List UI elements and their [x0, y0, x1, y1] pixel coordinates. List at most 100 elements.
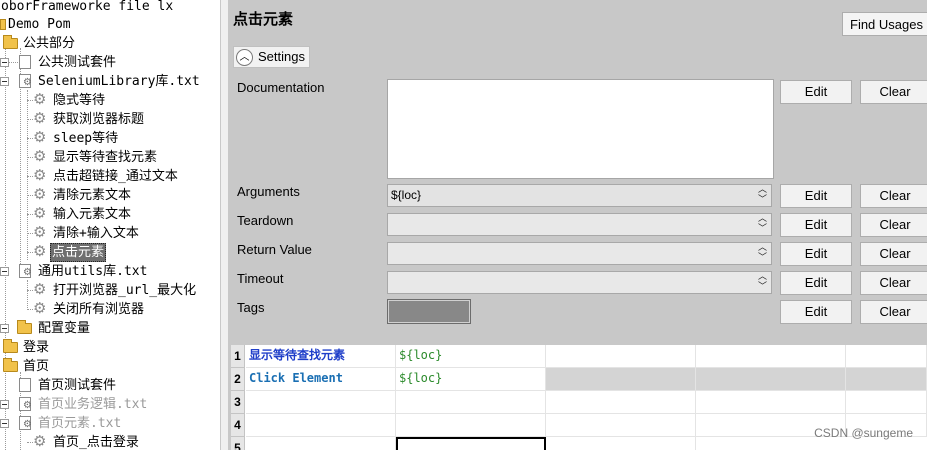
- grid-cell[interactable]: [846, 368, 927, 391]
- collapse-toggle-icon[interactable]: [0, 419, 9, 428]
- keyword-editor: 点击元素 Find Usages ︿ Settings Documentatio…: [228, 0, 927, 450]
- tree-item-label: 首页: [23, 359, 50, 374]
- documentation-textarea[interactable]: [387, 79, 774, 179]
- settings-toggle[interactable]: ︿ Settings: [233, 46, 310, 68]
- row-number[interactable]: 2: [231, 368, 245, 391]
- gear-icon: ⚙: [33, 128, 47, 146]
- settings-label: Settings: [258, 49, 305, 64]
- find-usages-button[interactable]: Find Usages: [842, 12, 927, 36]
- tree-item-label: 首页元素.txt: [38, 416, 122, 431]
- tree-guide-line: [27, 90, 28, 260]
- scroll-arrows-icon[interactable]: ︿ ﹀: [754, 271, 771, 294]
- project-tree[interactable]: oborFrameworke file lx Demo Pom 公共部分 公共测…: [0, 0, 221, 450]
- keyword-title: 点击元素: [233, 10, 294, 28]
- project-title: oborFrameworke file lx: [1, 0, 174, 14]
- tags-clear-button[interactable]: Clear: [860, 300, 927, 324]
- timeout-edit-button[interactable]: Edit: [780, 271, 852, 295]
- scroll-arrows-icon[interactable]: ︿ ﹀: [754, 242, 771, 265]
- expand-toggle-icon[interactable]: [0, 400, 9, 409]
- grid-cell-keyword[interactable]: Click Element: [246, 368, 396, 391]
- documentation-label: Documentation: [237, 80, 325, 95]
- grid-cell[interactable]: [246, 437, 396, 450]
- tree-item-label: 输入元素文本: [53, 207, 132, 222]
- resource-file-icon: [19, 74, 32, 88]
- gear-icon: ⚙: [33, 242, 47, 260]
- return-value-clear-button[interactable]: Clear: [860, 242, 927, 266]
- file-icon: [19, 55, 31, 69]
- tree-item-label: 打开浏览器_url_最大化: [53, 283, 197, 298]
- tree-guide-line: [5, 48, 6, 450]
- tree-root-label: Demo Pom: [8, 17, 71, 32]
- tags-field[interactable]: [387, 299, 471, 324]
- gear-icon: ⚙: [33, 432, 47, 450]
- grid-cell[interactable]: [546, 368, 696, 391]
- tags-edit-button[interactable]: Edit: [780, 300, 852, 324]
- tree-item-label: 首页测试套件: [38, 378, 117, 393]
- grid-cell[interactable]: [696, 345, 846, 368]
- tree-item-label: 公共测试套件: [38, 55, 117, 70]
- grid-cell[interactable]: [246, 391, 396, 414]
- gear-icon: ⚙: [33, 166, 47, 184]
- arguments-edit-button[interactable]: Edit: [780, 184, 852, 208]
- grid-cell[interactable]: [546, 437, 696, 450]
- collapse-toggle-icon[interactable]: [0, 267, 9, 276]
- grid-cell-arg[interactable]: ${loc}: [396, 345, 546, 368]
- resource-file-icon: [19, 264, 32, 278]
- teardown-edit-button[interactable]: Edit: [780, 213, 852, 237]
- tree-item-label: 关闭所有浏览器: [53, 302, 145, 317]
- folder-icon: [0, 19, 6, 30]
- grid-cell-selected[interactable]: [396, 437, 546, 450]
- file-icon: [19, 378, 31, 392]
- row-number[interactable]: 3: [231, 391, 245, 414]
- arguments-field[interactable]: ${loc}: [387, 184, 772, 207]
- grid-cell-keyword[interactable]: 显示等待查找元素: [246, 345, 396, 368]
- grid-cell[interactable]: [546, 345, 696, 368]
- resource-file-icon: [19, 397, 32, 411]
- grid-cell[interactable]: [846, 391, 927, 414]
- grid-cell[interactable]: [246, 414, 396, 437]
- timeout-field[interactable]: [387, 271, 772, 294]
- arguments-clear-button[interactable]: Clear: [860, 184, 927, 208]
- grid-cell[interactable]: [396, 414, 546, 437]
- scroll-arrows-icon[interactable]: ︿ ﹀: [754, 213, 771, 236]
- return-value-field[interactable]: [387, 242, 772, 265]
- tree-item-label: 公共部分: [23, 36, 76, 51]
- row-number[interactable]: 4: [231, 414, 245, 437]
- tags-label: Tags: [237, 300, 265, 315]
- expand-toggle-icon[interactable]: [0, 58, 9, 67]
- scroll-arrows-icon[interactable]: ︿ ﹀: [754, 184, 771, 207]
- arguments-label: Arguments: [237, 184, 300, 199]
- gear-icon: ⚙: [33, 185, 47, 203]
- gear-icon: ⚙: [33, 299, 47, 317]
- tree-item-label: sleep等待: [53, 131, 119, 146]
- watermark: CSDN @sungeme: [814, 426, 913, 440]
- tree-item-label: 登录: [23, 340, 50, 355]
- folder-open-icon: [17, 320, 32, 334]
- tree-item-label: 点击超链接_通过文本: [53, 169, 178, 184]
- tree-guide-line: [27, 280, 28, 310]
- teardown-clear-button[interactable]: Clear: [860, 213, 927, 237]
- gear-icon: ⚙: [33, 223, 47, 241]
- grid-cell[interactable]: [546, 391, 696, 414]
- folder-icon: [3, 339, 18, 353]
- collapse-toggle-icon[interactable]: [0, 324, 9, 333]
- teardown-field[interactable]: [387, 213, 772, 236]
- row-number[interactable]: 5: [231, 437, 245, 450]
- documentation-clear-button[interactable]: Clear: [860, 80, 927, 104]
- documentation-edit-button[interactable]: Edit: [780, 80, 852, 104]
- folder-open-icon: [3, 358, 18, 372]
- grid-cell[interactable]: [396, 391, 546, 414]
- tree-item-label: 显示等待查找元素: [53, 150, 158, 165]
- row-number[interactable]: 1: [231, 345, 245, 368]
- tree-item-label: 清除元素文本: [53, 188, 132, 203]
- tree-item-label: 获取浏览器标题: [53, 112, 145, 127]
- grid-cell[interactable]: [696, 391, 846, 414]
- grid-cell[interactable]: [546, 414, 696, 437]
- grid-cell[interactable]: [846, 345, 927, 368]
- return-value-edit-button[interactable]: Edit: [780, 242, 852, 266]
- tree-item-label-selected: 点击元素: [50, 243, 107, 262]
- timeout-clear-button[interactable]: Clear: [860, 271, 927, 295]
- grid-cell[interactable]: [696, 368, 846, 391]
- grid-cell-arg[interactable]: ${loc}: [396, 368, 546, 391]
- collapse-toggle-icon[interactable]: [0, 77, 9, 86]
